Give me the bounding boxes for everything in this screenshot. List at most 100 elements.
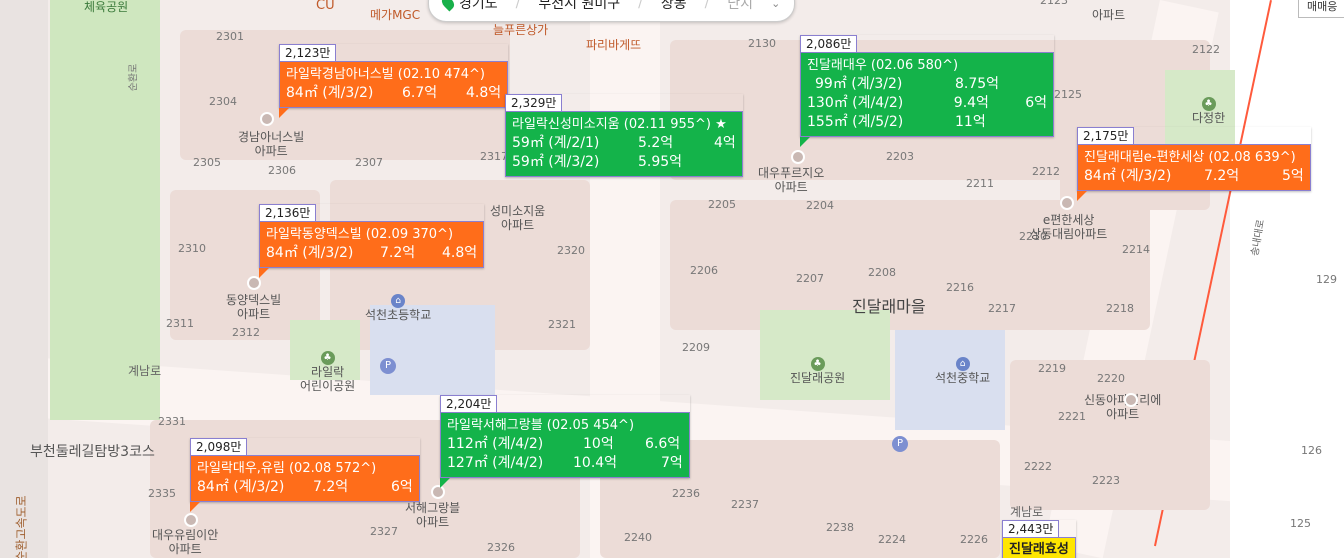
block-number: 2214 xyxy=(1122,243,1150,256)
block-number: 2306 xyxy=(268,164,296,177)
poi-sindong[interactable]: 신동아파밀리에 아파트 xyxy=(1084,393,1161,421)
listing-name: 진달래대우 (02.06 580^) xyxy=(807,58,959,73)
poi-lailak-park[interactable]: ♣ 라일락 어린이공원 xyxy=(300,349,355,393)
block-number: 2321 xyxy=(548,318,576,331)
trade-type-button[interactable]: 매매응 xyxy=(1298,0,1344,18)
sale-price: 7.2억 xyxy=(1204,168,1240,184)
sale-price: 9.4억 xyxy=(953,95,989,111)
poi-dajeonghan[interactable]: ♣ 다정한 xyxy=(1192,95,1225,125)
chevron-down-icon[interactable]: ⌄ xyxy=(771,0,780,10)
price-per-pyeong: 2,123만 xyxy=(279,44,337,61)
block-number: 126 xyxy=(1301,444,1322,457)
sale-price: 7.2억 xyxy=(313,479,349,495)
poi-gyeongnam[interactable]: 경남아너스빌 아파트 xyxy=(238,130,304,158)
block-number: 2311 xyxy=(166,317,194,330)
block-number: 125 xyxy=(1290,517,1311,530)
jeonse-price: 4억 xyxy=(714,135,736,151)
poi-name: 서해그랑블 xyxy=(405,501,461,515)
listing-name: 라일락신성미소지움 (02.11 955^) ★ xyxy=(512,117,727,132)
listing-name: 진달래효성 xyxy=(1009,542,1069,557)
card-pin xyxy=(190,502,200,512)
poi-seohae[interactable]: 서해그랑블 아파트 xyxy=(405,501,460,529)
place-label: 체육공원 xyxy=(84,0,129,14)
listing-card[interactable]: 2,136만 라일락동양덱스빌 (02.09 370^) 84㎡ (계/3/2)… xyxy=(259,204,485,278)
block-number: 2204 xyxy=(806,199,834,212)
jeonse-price: 4.8억 xyxy=(442,245,478,261)
filter-province[interactable]: 경기도 xyxy=(459,0,498,13)
poi-type: 상동대림아파트 xyxy=(1030,227,1108,241)
poi-jindallae-park[interactable]: ♣ 진달래공원 xyxy=(790,355,845,385)
poi-seongmi[interactable]: 성미소지움 아파트 xyxy=(490,204,545,232)
filter-separator: / xyxy=(515,0,521,11)
apartment-marker[interactable] xyxy=(1060,196,1074,210)
poi-name: 대우푸르지오 xyxy=(758,166,825,180)
poi-name: 동양덱스빌 xyxy=(226,293,282,307)
apartment-marker[interactable] xyxy=(260,112,274,126)
jeonse-price: 6억 xyxy=(391,479,413,495)
card-pin xyxy=(440,478,450,488)
map-canvas[interactable]: 2301 2304 2305 2307 2306 2310 2311 2312 … xyxy=(0,0,1344,558)
poi-type: 아파트 xyxy=(237,307,271,321)
block-number: 2331 xyxy=(158,415,186,428)
parking-icon: P xyxy=(380,358,396,374)
filter-city[interactable]: 부천시 원미구 xyxy=(538,0,620,13)
poi-dongyang[interactable]: 동양덱스빌 아파트 xyxy=(226,293,281,321)
block-number: 2305 xyxy=(193,156,221,169)
price-per-pyeong: 2,136만 xyxy=(259,204,317,221)
poi-epyeonhan[interactable]: e편한세상 상동대림아파트 xyxy=(1030,213,1107,241)
listing-row: 127㎡ (계/4/2) 10.4억 7억 xyxy=(447,454,683,473)
block-number: 2206 xyxy=(690,264,718,277)
block-number: 2208 xyxy=(868,266,896,279)
unit-spec: 112㎡ (계/4/2) xyxy=(447,436,544,452)
listing-card[interactable]: 2,175만 진달래대림e-편한세상 (02.08 639^) 84㎡ (계/3… xyxy=(1077,127,1311,201)
jeonse-price: 7억 xyxy=(661,455,683,471)
sale-price: 7.2억 xyxy=(380,245,416,261)
filter-dong[interactable]: 상동 xyxy=(661,0,687,13)
card-pin xyxy=(279,108,289,118)
school-icon: ⌂ xyxy=(391,294,406,308)
block-number: 2125 xyxy=(1054,88,1082,101)
poi-daewoo-yurim[interactable]: 대우유림이안 아파트 xyxy=(152,528,218,556)
listing-name: 진달래대림e-편한세상 (02.08 639^) xyxy=(1084,150,1296,165)
region-filter-bar[interactable]: 경기도 / 부천시 원미구 / 상동 / 단지 ⌄ xyxy=(428,0,796,22)
listing-card[interactable]: 2,086만 진달래대우 (02.06 580^) 99㎡ (계/3/2) 8.… xyxy=(800,35,1054,147)
block-number: 2307 xyxy=(355,156,383,169)
sale-price: 8.75억 xyxy=(955,76,1000,92)
jeonse-price: 6.6억 xyxy=(645,436,681,452)
block-number: 2240 xyxy=(624,531,652,544)
listing-card[interactable]: 2,123만 라일락경남아너스빌 (02.10 474^) 84㎡ (계/3/2… xyxy=(279,44,509,118)
block-number: 2211 xyxy=(966,177,994,190)
block-number: 2301 xyxy=(216,30,244,43)
listing-name: 라일락서해그랑블 (02.05 454^) xyxy=(447,418,635,433)
listing-card[interactable]: 2,329만 라일락신성미소지움 (02.11 955^) ★ 59㎡ (계/2… xyxy=(505,94,743,177)
poi-type: 아파트 xyxy=(774,180,808,194)
listing-card[interactable]: 2,443만 진달래효성 xyxy=(1002,520,1076,558)
block-number: 2226 xyxy=(960,533,988,546)
price-per-pyeong: 2,204만 xyxy=(440,395,498,412)
poi-type: 아파트 xyxy=(168,542,202,556)
listing-name: 라일락경남아너스빌 (02.10 474^) xyxy=(286,67,485,82)
poi-name: 경남아너스빌 xyxy=(238,130,305,144)
price-per-pyeong: 2,098만 xyxy=(190,438,248,455)
apartment-marker[interactable] xyxy=(184,513,198,527)
filter-complex[interactable]: 단지 xyxy=(727,0,753,13)
listing-card[interactable]: 2,204만 라일락서해그랑블 (02.05 454^) 112㎡ (계/4/2… xyxy=(440,395,690,488)
block-number: 2212 xyxy=(1032,165,1060,178)
price-per-pyeong: 2,175만 xyxy=(1077,127,1135,144)
apartment-marker[interactable] xyxy=(791,150,805,164)
place-label: 아파트 xyxy=(1092,8,1126,22)
listing-row: 84㎡ (계/3/2) 7.2억 4.8억 xyxy=(266,244,477,263)
apartment-marker[interactable] xyxy=(247,276,261,290)
poi-name: 라일락 xyxy=(311,365,345,379)
sale-price: 10억 xyxy=(583,436,614,452)
poi-seokcheon-elem[interactable]: ⌂ 석천초등학교 xyxy=(365,292,431,322)
apartment-marker[interactable] xyxy=(1124,393,1138,407)
poi-seokcheon-mid[interactable]: ⌂ 석천중학교 xyxy=(935,355,990,385)
block-number: 2237 xyxy=(731,498,759,511)
park-icon: ♣ xyxy=(320,351,335,365)
poi-name: 어린이공원 xyxy=(300,379,356,393)
street-label: 계남로 xyxy=(1010,505,1044,519)
listing-card[interactable]: 2,098만 라일락대우,유림 (02.08 572^) 84㎡ (계/3/2)… xyxy=(190,438,420,512)
block-number: 2236 xyxy=(672,487,700,500)
poi-daewoo-prugio[interactable]: 대우푸르지오 아파트 xyxy=(758,166,824,194)
